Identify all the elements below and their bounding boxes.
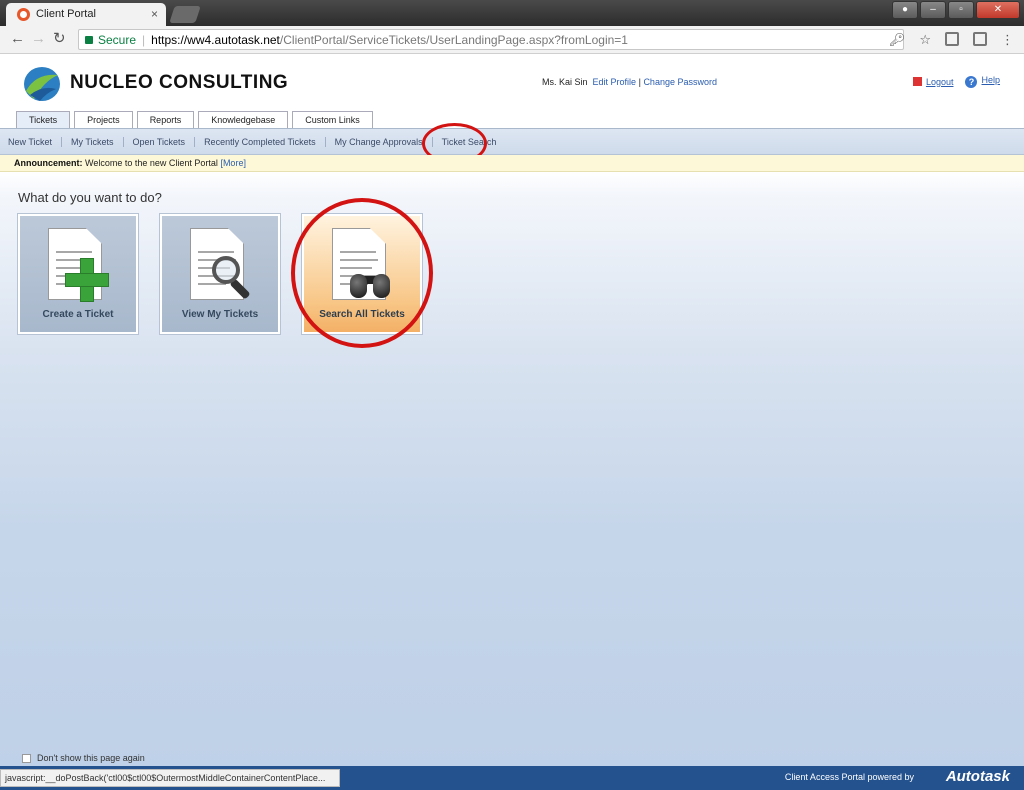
view-my-tickets-tile[interactable]: View My Tickets [160, 214, 280, 334]
page-question: What do you want to do? [18, 190, 162, 205]
annotation-circle-search-all-tickets [291, 198, 433, 348]
header-right-links: Logout ? Help [912, 75, 1000, 88]
subnav-my-change-approvals[interactable]: My Change Approvals [326, 136, 433, 147]
announcement-text: Welcome to the new Client Portal [85, 158, 218, 168]
browser-toolbar: ← → ↻ Secure | https://ww4.autotask.net/Cl… [0, 26, 1024, 54]
powered-by-text: Client Access Portal powered by [784, 772, 914, 782]
edit-profile-link[interactable]: Edit Profile [593, 77, 637, 87]
help-label: Help [981, 75, 1000, 85]
window-controls: ● – ▫ ✕ [892, 1, 1020, 19]
reload-icon[interactable]: ↻ [53, 31, 66, 47]
url-host: https://ww4.autotask.net [151, 33, 280, 47]
tab-close-icon[interactable]: × [151, 7, 158, 21]
portal-footer: javascript:__doPostBack('ctl00$ctl00$Out… [0, 766, 1024, 790]
main-tabs: Tickets Projects Reports Knowledgebase C… [0, 111, 1024, 128]
maximize-button[interactable]: ▫ [948, 1, 974, 19]
logout-label: Logout [925, 76, 954, 87]
announcement-more-link[interactable]: [More] [220, 158, 246, 168]
bookmark-star-icon[interactable]: ☆ [919, 32, 931, 48]
help-link[interactable]: ? Help [965, 75, 1000, 88]
tab-reports[interactable]: Reports [136, 111, 195, 128]
extension-icon[interactable] [945, 32, 959, 46]
url-path: /ClientPortal/ServiceTickets/UserLanding… [279, 33, 628, 47]
user-name: Ms. Kai Sin [542, 77, 588, 87]
toolbar-icons: 🔑︎ ☆ ⋮ [889, 32, 1014, 48]
user-bar: Ms. Kai Sin Edit Profile | Change Passwo… [542, 77, 717, 87]
tab-title: Client Portal [36, 8, 96, 20]
secure-label: Secure [98, 33, 137, 47]
announcement-label: Announcement: [14, 158, 83, 168]
logout-link[interactable]: Logout [912, 76, 954, 87]
new-tab-button[interactable] [169, 6, 201, 23]
announcement-bar: Announcement: Welcome to the new Client … [0, 155, 1024, 172]
key-icon[interactable]: 🔑︎ [889, 32, 906, 48]
address-bar[interactable]: Secure | https://ww4.autotask.net/ClientPo… [78, 29, 904, 50]
browser-status-bar: javascript:__doPostBack('ctl00$ctl00$Out… [0, 769, 340, 787]
close-window-button[interactable]: ✕ [976, 1, 1020, 19]
tile-label: View My Tickets [181, 309, 259, 320]
tab-tickets[interactable]: Tickets [16, 111, 71, 128]
minimize-button[interactable]: – [920, 1, 946, 19]
user-icon[interactable]: ● [892, 1, 918, 19]
create-ticket-tile[interactable]: Create a Ticket [18, 214, 138, 334]
change-password-link[interactable]: Change Password [643, 77, 717, 87]
subnav-open-tickets[interactable]: Open Tickets [124, 136, 196, 147]
back-arrow-icon[interactable]: ← [10, 31, 25, 47]
tab-projects[interactable]: Projects [74, 111, 133, 128]
autotask-logo: Autotask [945, 768, 1010, 785]
lock-icon [85, 36, 93, 44]
extension-icon-2[interactable] [973, 32, 987, 46]
main-content: What do you want to do? Create a Ticket … [0, 172, 1024, 766]
subnav-recently-completed[interactable]: Recently Completed Tickets [195, 136, 326, 147]
autotask-favicon-icon [17, 8, 30, 21]
dont-show-again[interactable]: Don't show this page again [22, 753, 145, 763]
tab-custom-links[interactable]: Custom Links [292, 111, 373, 128]
logout-icon [912, 76, 922, 86]
subnav-my-tickets[interactable]: My Tickets [62, 136, 124, 147]
browser-titlebar: Client Portal × ● – ▫ ✕ [0, 0, 1024, 26]
dont-show-checkbox[interactable] [22, 753, 31, 763]
subnav-new-ticket[interactable]: New Ticket [8, 136, 63, 147]
help-icon: ? [965, 76, 978, 88]
portal-header: NUCLEO CONSULTING Ms. Kai Sin Edit Profi… [0, 55, 1024, 111]
menu-kebab-icon[interactable]: ⋮ [1001, 32, 1014, 48]
tile-label: Create a Ticket [42, 309, 114, 320]
browser-tab[interactable]: Client Portal × [6, 3, 166, 26]
tab-knowledgebase[interactable]: Knowledgebase [198, 111, 289, 128]
ticket-subnav: New Ticket My Tickets Open Tickets Recen… [0, 128, 1024, 155]
forward-arrow-icon[interactable]: → [31, 31, 46, 47]
magnifying-glass-icon [212, 256, 240, 284]
dont-show-label: Don't show this page again [37, 753, 145, 763]
company-name: NUCLEO CONSULTING [70, 72, 289, 93]
nucleo-logo-icon [24, 67, 60, 101]
